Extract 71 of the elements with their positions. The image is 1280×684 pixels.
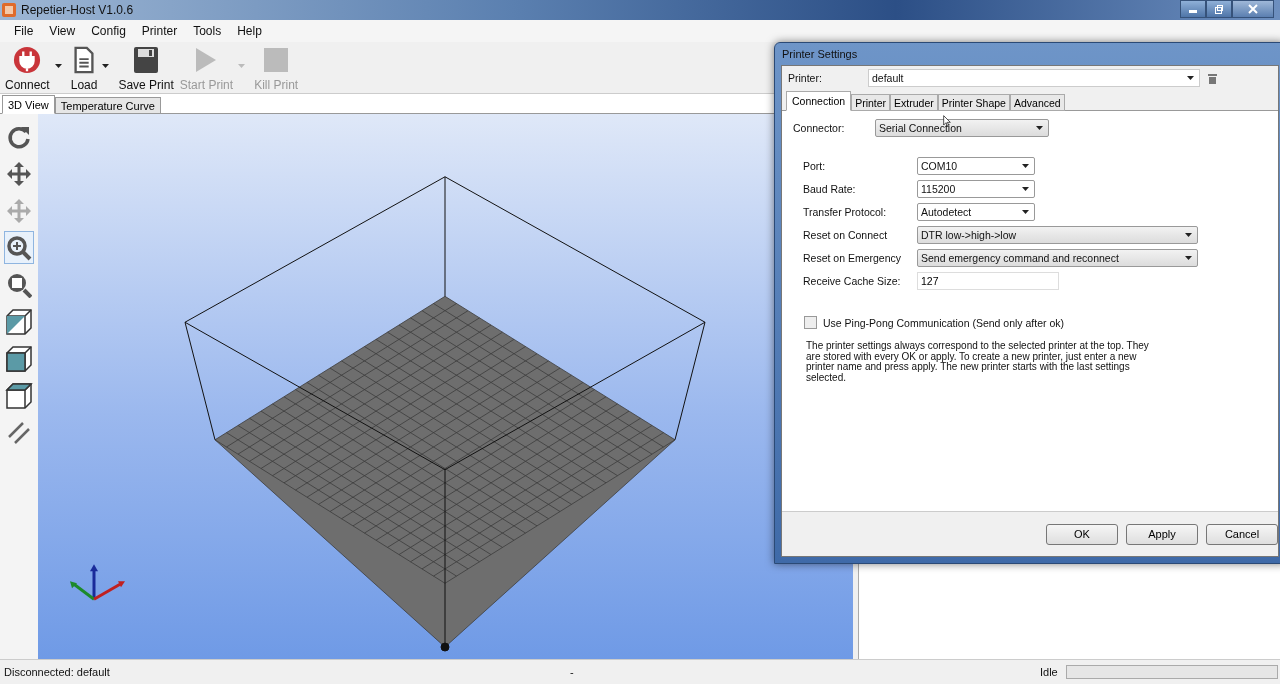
field-label: Transfer Protocol: (803, 206, 888, 218)
caret-icon (1036, 126, 1043, 130)
view-tab[interactable]: 3D View (2, 95, 55, 114)
view-tool-button[interactable] (4, 231, 34, 264)
close-button[interactable] (1232, 0, 1274, 18)
caret-icon (1022, 210, 1029, 214)
zoom-in-icon (6, 234, 32, 261)
status-text: - (570, 666, 575, 678)
minimize-button[interactable] (1180, 0, 1206, 18)
caret-icon (1187, 76, 1194, 80)
field-label: Printer: (788, 72, 823, 84)
move-arrows-icon (6, 197, 32, 224)
menu-item[interactable]: Printer (133, 24, 186, 38)
cube-icon (5, 307, 33, 336)
menu-item[interactable]: Tools (185, 24, 230, 38)
field-label: Receive Cache Size: (803, 275, 902, 287)
window-title: Repetier-Host V1.0.6 (21, 3, 134, 17)
field-label: Port: (803, 160, 827, 172)
dropdown[interactable]: DTR low->high->low (917, 226, 1198, 244)
connection-status: Disconnected: default (4, 666, 111, 678)
menu-item[interactable]: File (6, 24, 42, 38)
settings-tab[interactable]: Printer Shape (937, 94, 1010, 111)
view-tab[interactable]: Temperature Curve (54, 97, 161, 114)
dropdown[interactable]: Send emergency command and reconnect (917, 249, 1198, 267)
settings-tab[interactable]: Printer (851, 94, 891, 111)
menu-item[interactable]: Config (83, 24, 134, 38)
printer-state: Idle (1040, 666, 1058, 678)
stop-icon (263, 46, 290, 74)
field-label: Baud Rate: (803, 183, 857, 195)
caret-icon (1185, 256, 1192, 260)
axis-indicator-icon (70, 564, 125, 601)
trash-icon[interactable] (1208, 72, 1217, 84)
connector-dropdown[interactable]: Serial Connection (875, 119, 1049, 137)
caret-icon (1022, 187, 1029, 191)
menu-item[interactable]: Help (229, 24, 270, 38)
move-arrows-icon (6, 160, 32, 187)
parallel-lines-icon (6, 419, 32, 446)
caret-icon[interactable] (102, 64, 110, 68)
dropdown[interactable]: COM10 (917, 157, 1035, 175)
field-label: Connector: (793, 122, 846, 134)
settings-tab[interactable]: Advanced (1009, 94, 1065, 111)
dropdown[interactable]: 115200 (917, 180, 1035, 198)
dialog-button[interactable]: OK (1046, 523, 1118, 545)
menu-item[interactable]: View (41, 24, 84, 38)
close-icon (1248, 4, 1258, 14)
toolbar-button[interactable]: Connect (2, 42, 53, 92)
checkbox[interactable] (804, 316, 817, 329)
printer-dropdown[interactable]: default (868, 69, 1200, 87)
settings-tab[interactable]: Connection (786, 91, 852, 111)
field-label: Reset on Connect (803, 229, 889, 241)
zoom-fit-icon (6, 271, 32, 298)
field-label: Reset on Emergency (803, 252, 903, 264)
maximize-button[interactable] (1206, 0, 1232, 18)
cube-icon (5, 344, 33, 373)
dialog-button[interactable]: Cancel (1206, 523, 1278, 545)
settings-tab[interactable]: Extruder (890, 94, 938, 111)
toolbar-button[interactable]: Save Print (115, 42, 177, 92)
caret-icon (1022, 164, 1029, 168)
toolbar-button[interactable]: Load (67, 42, 101, 92)
dialog-button[interactable]: Apply (1126, 523, 1198, 545)
help-text: The printer settings always correspond to the selected printer at the top. They are stored with every OK or apply. To create a new printer, just enter a new printer name and press apply. The new printer starts with the last settings selected. (806, 341, 1150, 383)
caret-icon[interactable] (54, 64, 62, 68)
dialog-title: Printer Settings (782, 48, 858, 60)
cube-icon (5, 381, 33, 410)
checkbox-label: Use Ping-Pong Communication (Send only after ok) (823, 316, 1065, 329)
input-field[interactable]: 127 (917, 272, 1059, 290)
dropdown[interactable]: Autodetect (917, 203, 1035, 221)
caret-icon (1185, 233, 1192, 237)
document-icon (72, 46, 97, 74)
restore-icon (1214, 4, 1224, 14)
app-logo-icon (2, 3, 16, 17)
